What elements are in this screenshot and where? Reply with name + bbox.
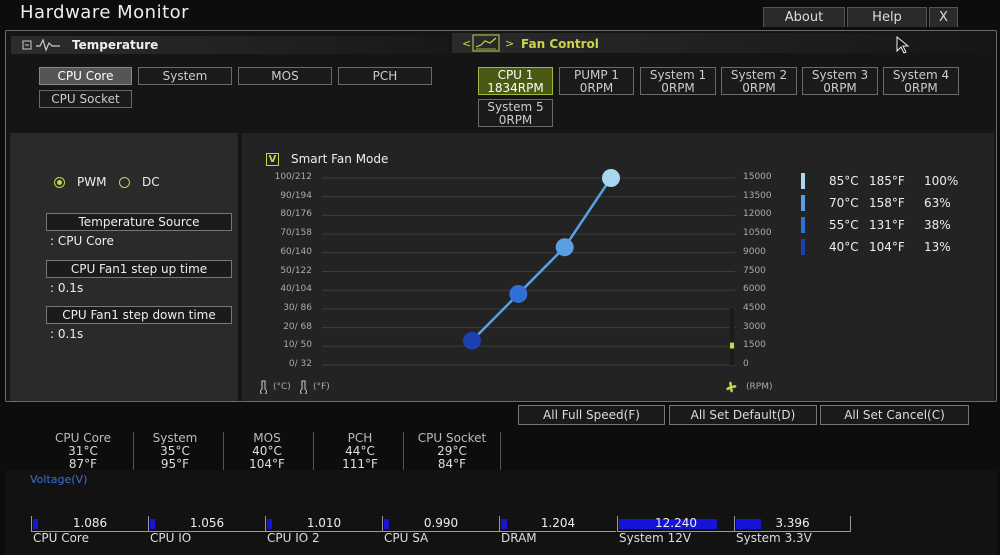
- voltage-value: 0.990: [423, 516, 459, 530]
- voltage-name: DRAM: [501, 531, 537, 545]
- voltage-title: Voltage(V): [30, 473, 88, 486]
- fan-curve-point[interactable]: [463, 331, 481, 350]
- voltage-bar: 1.086: [31, 516, 148, 532]
- fan-curve-line: [471, 177, 613, 342]
- temp-readout-system: System 35°C 95°F: [135, 432, 215, 471]
- voltage-value: 1.056: [189, 516, 225, 530]
- fan-icon: [726, 381, 737, 393]
- divider: [313, 432, 314, 470]
- legend-percent: 38%: [924, 218, 951, 232]
- legend-percent: 100%: [924, 174, 959, 188]
- voltage-name: CPU SA: [384, 531, 429, 545]
- temp-readout-cpu-socket: CPU Socket 29°C 84°F: [406, 432, 498, 471]
- divider: [403, 432, 404, 470]
- voltage-value: 12.240: [655, 516, 697, 530]
- legend-fahrenheit: 158°F: [869, 196, 905, 210]
- all-set-cancel-button[interactable]: All Set Cancel(C): [820, 405, 969, 425]
- voltage-bar: 0.990: [382, 516, 499, 532]
- fahrenheit-unit-label: (°F): [313, 382, 330, 392]
- legend-celsius: 70°C: [829, 196, 859, 210]
- thermometer-c-icon: [260, 380, 267, 394]
- temp-readout-cpu-core: CPU Core 31°C 87°F: [38, 432, 128, 471]
- voltage-name: System 3.3V: [736, 531, 812, 545]
- voltage-name: CPU Core: [33, 531, 89, 545]
- fan-curve-point[interactable]: [509, 284, 528, 303]
- voltage-bar: 3.396: [734, 516, 851, 532]
- voltage-bar: 1.204: [499, 516, 616, 532]
- legend-percent: 13%: [924, 240, 951, 254]
- voltage-name: System 12V: [619, 531, 692, 545]
- voltage-value: 1.086: [72, 516, 108, 530]
- voltage-value: 1.010: [306, 516, 342, 530]
- legend-swatch: [801, 195, 805, 211]
- voltage-name: CPU IO 2: [267, 531, 320, 545]
- thermometer-f-icon: [300, 380, 307, 394]
- legend-celsius: 85°C: [829, 174, 859, 188]
- temp-readout-mos: MOS 40°C 104°F: [227, 432, 307, 471]
- voltage-bar: 1.056: [148, 516, 265, 532]
- all-full-speed-button[interactable]: All Full Speed(F): [518, 405, 665, 425]
- legend-fahrenheit: 185°F: [869, 174, 905, 188]
- legend-swatch: [801, 217, 805, 233]
- fan-curve-point[interactable]: [602, 169, 620, 187]
- rpm-unit-label: (RPM): [746, 382, 773, 392]
- legend-swatch: [801, 173, 805, 189]
- voltage-value: 3.396: [775, 516, 810, 530]
- voltage-bar: 1.010: [265, 516, 382, 532]
- rpm-level-marker: [730, 342, 734, 349]
- legend-celsius: 40°C: [829, 240, 859, 254]
- fan-curve-point[interactable]: [555, 238, 574, 257]
- divider: [223, 432, 224, 470]
- divider: [500, 432, 501, 470]
- legend-percent: 63%: [924, 196, 951, 210]
- voltage-bar: 12.240: [617, 516, 734, 532]
- legend-swatch: [801, 239, 805, 255]
- all-set-default-button[interactable]: All Set Default(D): [669, 405, 817, 425]
- divider: [133, 432, 134, 470]
- temp-readout-pch: PCH 44°C 111°F: [320, 432, 400, 471]
- rpm-level-track: [730, 308, 734, 365]
- legend-celsius: 55°C: [829, 218, 859, 232]
- celsius-unit-label: (°C): [273, 382, 291, 392]
- legend-fahrenheit: 131°F: [869, 218, 905, 232]
- legend-fahrenheit: 104°F: [869, 240, 905, 254]
- voltage-value: 1.204: [540, 516, 576, 530]
- voltage-name: CPU IO: [150, 531, 192, 545]
